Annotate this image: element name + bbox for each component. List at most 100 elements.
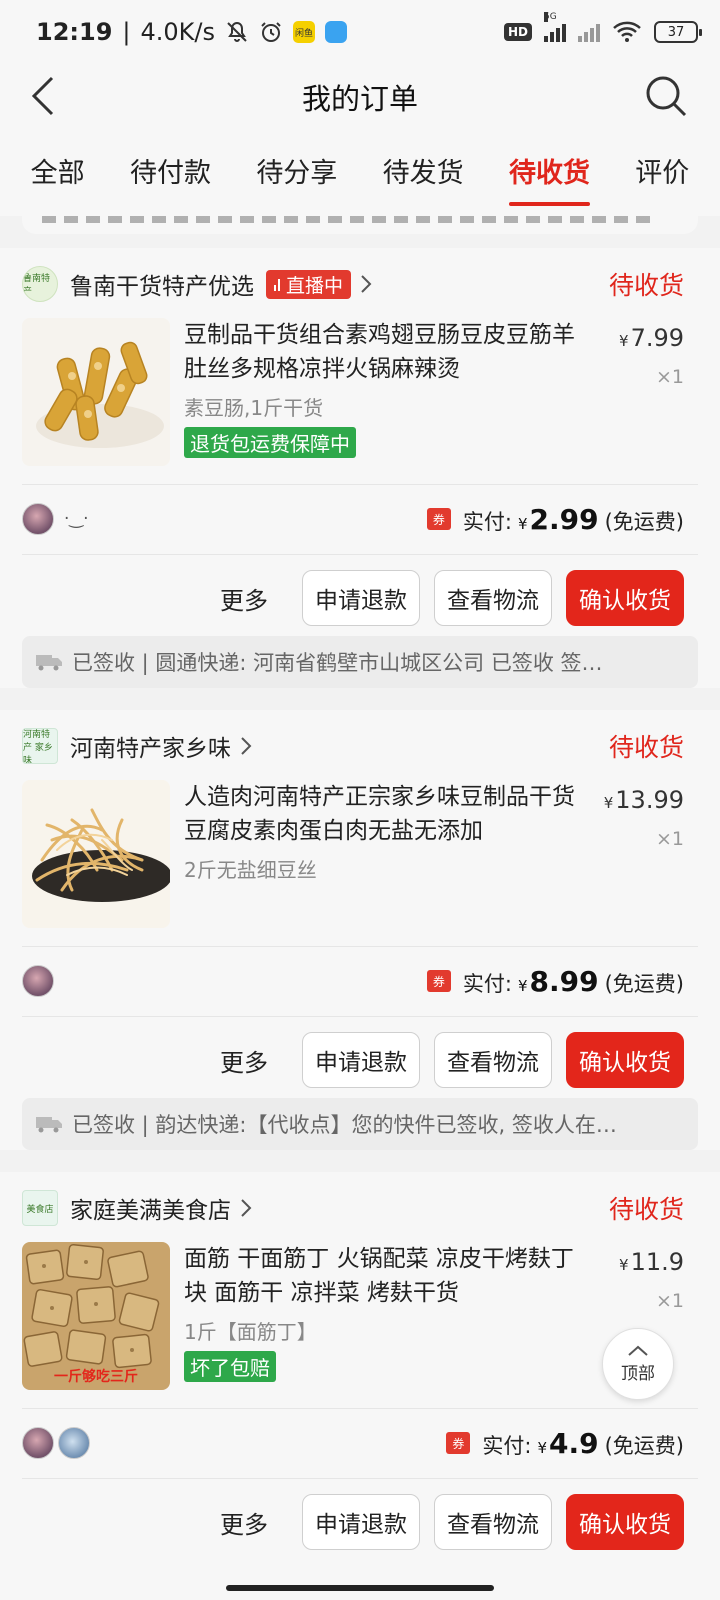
shop-name[interactable]: 家庭美满美食店 — [70, 1191, 231, 1225]
network-speed: 4.0K/s — [140, 18, 216, 46]
status-bar: 12:19 | 4.0K/s 闲鱼 HD 5G 37 — [0, 0, 720, 64]
shop-name[interactable]: 河南特产家乡味 — [70, 729, 231, 763]
product-row[interactable]: 人造肉河南特产正宗家乡味豆制品干货豆腐皮素肉蛋白肉无盐无添加 2斤无盐细豆丝 ¥… — [22, 780, 684, 930]
product-title: 豆制品干货组合素鸡翅豆肠豆皮豆筋羊肚丝多规格凉拌火锅麻辣烫 — [184, 322, 575, 382]
action-row: 更多 申请退款 查看物流 确认收货 — [220, 570, 684, 626]
divider — [22, 1408, 698, 1409]
request-refund-button[interactable]: 申请退款 — [302, 1494, 420, 1550]
request-refund-button[interactable]: 申请退款 — [302, 1032, 420, 1088]
divider — [22, 484, 698, 485]
product-row[interactable]: 豆制品干货组合素鸡翅豆肠豆皮豆筋羊肚丝多规格凉拌火锅麻辣烫 素豆肠,1斤干货 退… — [22, 318, 684, 468]
logistics-bar[interactable]: 已签收 | 圆通快递: 河南省鹤壁市山城区公司 已签收 签… — [22, 636, 698, 688]
product-title: 面筋 干面筋丁 火锅配菜 凉皮干烤麸丁块 面筋干 凉拌菜 烤麸干货 — [184, 1246, 574, 1306]
app-notification-icon-2 — [325, 21, 347, 43]
confirm-receipt-button[interactable]: 确认收货 — [566, 1032, 684, 1088]
paid-label: 实付: — [482, 1433, 532, 1458]
shop-logo: 鲁南特产 — [22, 266, 58, 302]
avatar — [22, 1427, 54, 1459]
divider — [22, 1016, 698, 1017]
product-title: 人造肉河南特产正宗家乡味豆制品干货豆腐皮素肉蛋白肉无盐无添加 — [184, 784, 575, 844]
shop-logo: 河南特产 家乡味 — [22, 728, 58, 764]
chevron-right-icon — [241, 1199, 252, 1217]
product-spec: 1斤【面筋丁】 — [184, 1320, 317, 1344]
wifi-icon — [612, 21, 642, 43]
action-row: 更多 申请退款 查看物流 确认收货 — [220, 1032, 684, 1088]
logistics-text: 已签收 | 圆通快递: 河南省鹤壁市山城区公司 已签收 签… — [72, 651, 603, 675]
product-quantity: ×1 — [655, 828, 684, 850]
order-card: 河南特产 家乡味 河南特产家乡味 待收货 人造肉河南特产正宗家乡味豆制品干货豆腐… — [0, 710, 720, 1150]
view-logistics-button[interactable]: 查看物流 — [434, 1494, 552, 1550]
tab-all[interactable]: 全部 — [25, 139, 91, 206]
damage-guarantee-tag: 坏了包赔 — [184, 1351, 276, 1382]
paid-amount-group: 券 实付: ¥2.99 (免运费) — [426, 502, 684, 536]
order-tabs: 全部 待付款 待分享 待发货 待收货 评价 — [0, 128, 720, 216]
payment-row: 券 实付: ¥8.99 (免运费) — [22, 953, 684, 1009]
confirm-receipt-button[interactable]: 确认收货 — [566, 570, 684, 626]
page-title: 我的订单 — [301, 82, 418, 116]
coupon-icon: 券 — [446, 1432, 471, 1454]
shop-name[interactable]: 鲁南干货特产优选 — [70, 267, 254, 301]
divider — [22, 554, 698, 555]
coupon-icon: 券 — [426, 970, 451, 992]
product-price: ¥7.99 — [619, 324, 684, 352]
paid-amount: ¥4.9 — [537, 1426, 599, 1460]
confirm-receipt-button[interactable]: 确认收货 — [566, 1494, 684, 1550]
paid-amount: ¥2.99 — [517, 502, 599, 536]
battery-icon: 37 — [654, 21, 702, 43]
avatar — [22, 965, 54, 997]
product-image[interactable] — [22, 780, 170, 928]
truck-icon — [36, 655, 62, 671]
network-type-label: 5G — [544, 12, 557, 22]
product-image[interactable]: 一斤够吃三斤 — [22, 1242, 170, 1390]
live-badge[interactable]: 直播中 — [266, 269, 352, 299]
view-logistics-button[interactable]: 查看物流 — [434, 570, 552, 626]
chevron-right-icon — [361, 275, 372, 293]
divider — [22, 1478, 698, 1479]
tab-pending-receipt[interactable]: 待收货 — [503, 139, 596, 206]
logistics-bar[interactable]: 已签收 | 韵达快递:【代收点】您的快件已签收, 签收人在… — [22, 1098, 698, 1150]
more-button[interactable]: 更多 — [220, 581, 268, 616]
request-refund-button[interactable]: 申请退款 — [302, 570, 420, 626]
coupon-icon: 券 — [426, 508, 451, 530]
product-image-caption: 一斤够吃三斤 — [54, 1368, 138, 1385]
tab-pending-shipment[interactable]: 待发货 — [377, 139, 470, 206]
product-info: 面筋 干面筋丁 火锅配菜 凉皮干烤麸丁块 面筋干 凉拌菜 烤麸干货 1斤【面筋丁… — [184, 1242, 594, 1382]
action-row: 更多 申请退款 查看物流 确认收货 — [220, 1494, 684, 1550]
view-logistics-button[interactable]: 查看物流 — [434, 1032, 552, 1088]
order-card: 鲁南特产 鲁南干货特产优选 直播中 待收货 豆制品干货组合素鸡翅豆肠豆皮豆筋羊肚… — [0, 248, 720, 688]
home-indicator — [226, 1585, 494, 1591]
status-separator: | — [122, 18, 131, 46]
more-button[interactable]: 更多 — [220, 1043, 268, 1078]
product-price: ¥13.99 — [603, 786, 684, 814]
search-button[interactable] — [642, 72, 690, 120]
paid-label: 实付: — [462, 509, 512, 534]
avatar — [22, 503, 54, 535]
hd-badge: HD — [503, 23, 532, 41]
product-row[interactable]: 一斤够吃三斤 面筋 干面筋丁 火锅配菜 凉皮干烤麸丁块 面筋干 凉拌菜 烤麸干货… — [22, 1242, 684, 1392]
live-label: 直播中 — [286, 274, 344, 297]
order-status: 待收货 — [608, 1195, 684, 1224]
scroll-to-top-button[interactable]: 顶部 — [602, 1328, 674, 1400]
product-quantity: ×1 — [655, 1290, 684, 1312]
live-bars-icon — [274, 277, 280, 291]
signal-secondary-icon — [578, 22, 600, 42]
shipping-note: (免运费) — [604, 1433, 684, 1458]
shop-logo: 美食店 — [22, 1190, 58, 1226]
header: 我的订单 — [0, 64, 720, 128]
tab-pending-share[interactable]: 待分享 — [250, 139, 343, 206]
alarm-icon — [259, 20, 283, 44]
tab-pending-payment[interactable]: 待付款 — [124, 139, 217, 206]
product-info: 豆制品干货组合素鸡翅豆肠豆皮豆筋羊肚丝多规格凉拌火锅麻辣烫 素豆肠,1斤干货 退… — [184, 318, 594, 458]
tab-review[interactable]: 评价 — [629, 139, 695, 206]
paid-amount-group: 券 实付: ¥8.99 (免运费) — [426, 965, 684, 998]
product-image[interactable] — [22, 318, 170, 466]
shop-row[interactable]: 河南特产 家乡味 河南特产家乡味 待收货 — [22, 722, 684, 770]
shop-row[interactable]: 鲁南特产 鲁南干货特产优选 直播中 待收货 — [22, 260, 684, 308]
paid-label: 实付: — [462, 971, 512, 996]
product-spec: 素豆肠,1斤干货 — [184, 396, 324, 420]
more-button[interactable]: 更多 — [220, 1505, 268, 1540]
arrow-up-icon — [628, 1345, 648, 1356]
shop-row[interactable]: 美食店 家庭美满美食店 待收货 — [22, 1184, 684, 1232]
order-status: 待收货 — [608, 733, 684, 762]
divider — [22, 946, 698, 947]
